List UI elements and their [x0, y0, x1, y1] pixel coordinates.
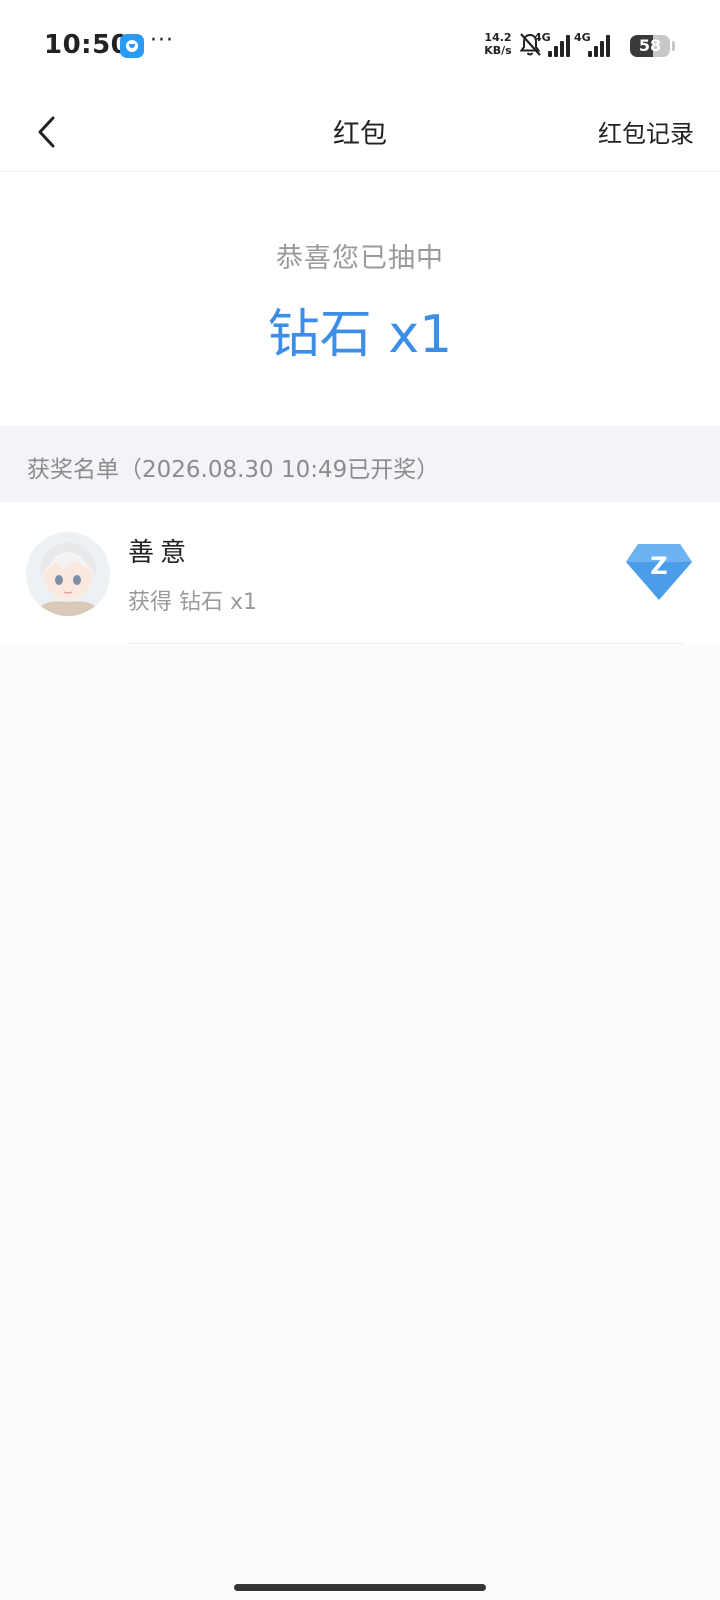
- red-packet-record-link[interactable]: 红包记录: [598, 114, 694, 149]
- draw-result: 恭喜您已抽中 钻石 x1: [0, 172, 720, 426]
- network-speed-value: 14.2: [484, 31, 512, 44]
- more-notifications-icon: ···: [150, 28, 174, 53]
- winner-prize: 获得 钻石 x1: [128, 590, 258, 615]
- winners-header-text: 获奖名单（2026.08.30 10:49已开奖）: [27, 457, 440, 483]
- nav-bar: 红包 红包记录: [0, 92, 720, 172]
- network-speed-unit: KB/s: [484, 44, 512, 57]
- home-indicator[interactable]: [234, 1584, 486, 1591]
- battery-icon: 58: [630, 35, 670, 57]
- app-notification-icon: [120, 34, 144, 58]
- winner-row[interactable]: 善意 获得 钻石 x1 Z: [0, 502, 720, 644]
- battery-cap: [672, 41, 675, 51]
- winners-header: 获奖名单（2026.08.30 10:49已开奖）: [0, 426, 720, 502]
- status-time: 10:50: [44, 30, 130, 60]
- svg-text:Z: Z: [650, 552, 667, 580]
- status-bar: 10:50 ··· 14.2 KB/s 4G 4G 58: [0, 0, 720, 92]
- winner-name: 善意: [128, 538, 193, 568]
- diamond-icon: Z: [626, 544, 692, 600]
- row-divider: [128, 643, 684, 644]
- signal-sim1-icon: 4G: [534, 31, 570, 59]
- signal-sim2-icon: 4G: [574, 31, 610, 59]
- network-speed: 14.2 KB/s: [482, 31, 514, 57]
- avatar[interactable]: [26, 532, 110, 616]
- screen: 10:50 ··· 14.2 KB/s 4G 4G 58 红包 红包记录 恭喜您…: [0, 0, 720, 1600]
- result-subtitle: 恭喜您已抽中: [276, 243, 444, 274]
- result-prize: 钻石 x1: [267, 305, 453, 365]
- battery-level: 58: [638, 36, 662, 55]
